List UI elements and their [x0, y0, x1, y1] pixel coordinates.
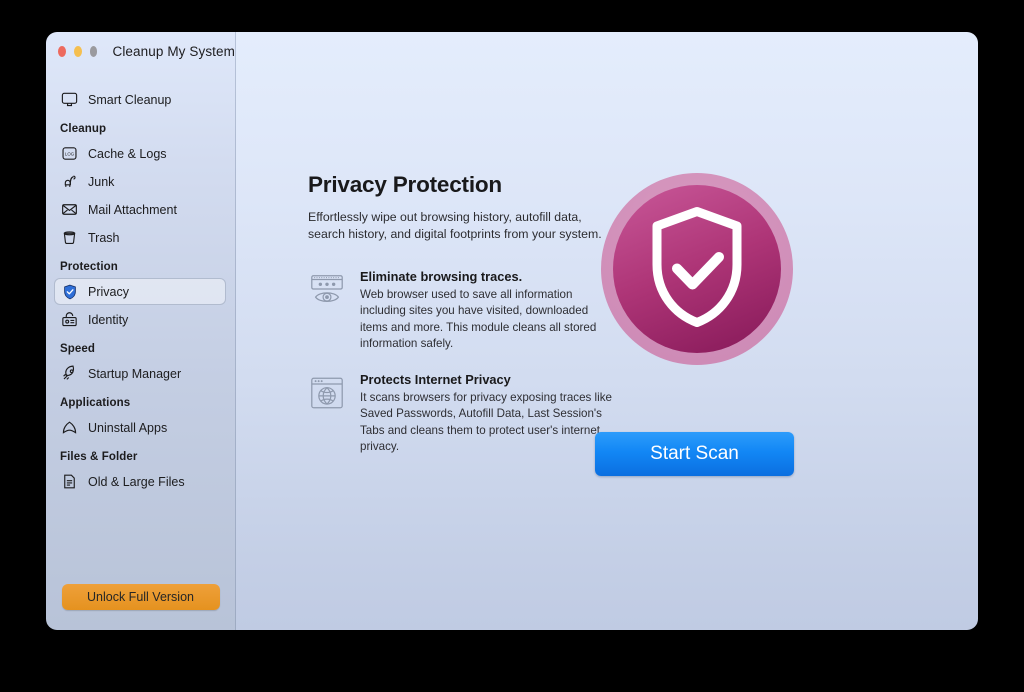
- start-scan-button[interactable]: Start Scan: [595, 432, 794, 476]
- sidebar-item-label: Smart Cleanup: [88, 92, 172, 107]
- feature-description: It scans browsers for privacy exposing t…: [360, 390, 612, 454]
- minimize-button[interactable]: [73, 45, 82, 57]
- title-bar: Cleanup My System: [46, 32, 235, 70]
- sidebar-nav: Smart Cleanup Cleanup LOG Cache & Logs J…: [46, 70, 235, 584]
- app-window: Cleanup My System Smart Cleanup Cleanup: [46, 32, 978, 630]
- feature-item: Eliminate browsing traces. Web browser u…: [308, 269, 596, 353]
- zoom-button[interactable]: [89, 45, 98, 57]
- sidebar-item-label: Junk: [88, 174, 115, 189]
- sidebar-item-label: Startup Manager: [88, 366, 182, 381]
- unlock-full-version-button[interactable]: Unlock Full Version: [61, 584, 220, 610]
- app-title: Cleanup My System: [112, 43, 235, 59]
- sidebar-item-label: Uninstall Apps: [88, 420, 168, 435]
- sidebar-item-label: Old & Large Files: [88, 474, 185, 489]
- content-area: Privacy Protection Effortlessly wipe out…: [236, 32, 978, 630]
- sidebar-item-trash[interactable]: Trash: [55, 224, 225, 251]
- sidebar-item-label: Privacy: [88, 284, 129, 299]
- sidebar-item-label: Trash: [88, 230, 120, 245]
- browser-eye-icon: [308, 271, 346, 309]
- sidebar-group-applications: Applications: [60, 397, 131, 409]
- sidebar-item-label: Identity: [88, 312, 129, 327]
- sidebar-item-label: Cache & Logs: [88, 146, 167, 161]
- sidebar-group-cleanup: Cleanup: [60, 123, 107, 135]
- sidebar-item-smart-cleanup[interactable]: Smart Cleanup: [55, 86, 225, 113]
- sidebar-item-uninstall-apps[interactable]: Uninstall Apps: [55, 414, 225, 441]
- shield-check-badge-icon: [599, 171, 795, 367]
- unlock-button-container: Unlock Full Version: [46, 584, 235, 630]
- trash-icon: [60, 228, 79, 247]
- monitor-icon: [60, 90, 79, 109]
- sidebar-item-label: Mail Attachment: [88, 202, 177, 217]
- envelope-icon: [60, 200, 79, 219]
- id-card-lock-icon: [60, 310, 79, 329]
- sidebar-item-cache-and-logs[interactable]: LOG Cache & Logs: [55, 140, 225, 167]
- shield-check-icon: [60, 282, 79, 301]
- feature-description: Web browser used to save all information…: [360, 287, 597, 351]
- close-button[interactable]: [58, 45, 66, 57]
- document-lines-icon: [60, 472, 79, 491]
- sidebar-item-mail-attachment[interactable]: Mail Attachment: [55, 196, 225, 223]
- feature-title: Eliminate browsing traces.: [360, 268, 523, 284]
- sidebar-group-protection: Protection: [60, 261, 118, 273]
- log-file-icon: LOG: [60, 144, 79, 163]
- vacuum-icon: [60, 172, 79, 191]
- feature-title: Protects Internet Privacy: [360, 371, 511, 387]
- sidebar-group-speed: Speed: [60, 343, 96, 355]
- sidebar-item-privacy[interactable]: Privacy: [54, 278, 226, 305]
- hero-panel: Start Scan: [586, 32, 978, 630]
- rocket-icon: [60, 364, 79, 383]
- sidebar-item-startup-manager[interactable]: Startup Manager: [55, 360, 225, 387]
- page-subtitle: Effortlessly wipe out browsing history, …: [308, 210, 602, 241]
- browser-globe-icon: [308, 374, 346, 412]
- sidebar-item-identity[interactable]: Identity: [55, 306, 225, 333]
- feature-panel: Privacy Protection Effortlessly wipe out…: [236, 32, 612, 630]
- sidebar-item-old-and-large-files[interactable]: Old & Large Files: [55, 468, 225, 495]
- uninstall-arch-icon: [60, 418, 79, 437]
- svg-text:LOG: LOG: [65, 151, 75, 156]
- feature-item: Protects Internet Privacy It scans brows…: [308, 372, 612, 456]
- page-title: Privacy Protection: [308, 172, 502, 197]
- sidebar: Cleanup My System Smart Cleanup Cleanup: [46, 32, 236, 630]
- sidebar-item-junk[interactable]: Junk: [55, 168, 225, 195]
- sidebar-group-files-and-folder: Files & Folder: [60, 451, 138, 463]
